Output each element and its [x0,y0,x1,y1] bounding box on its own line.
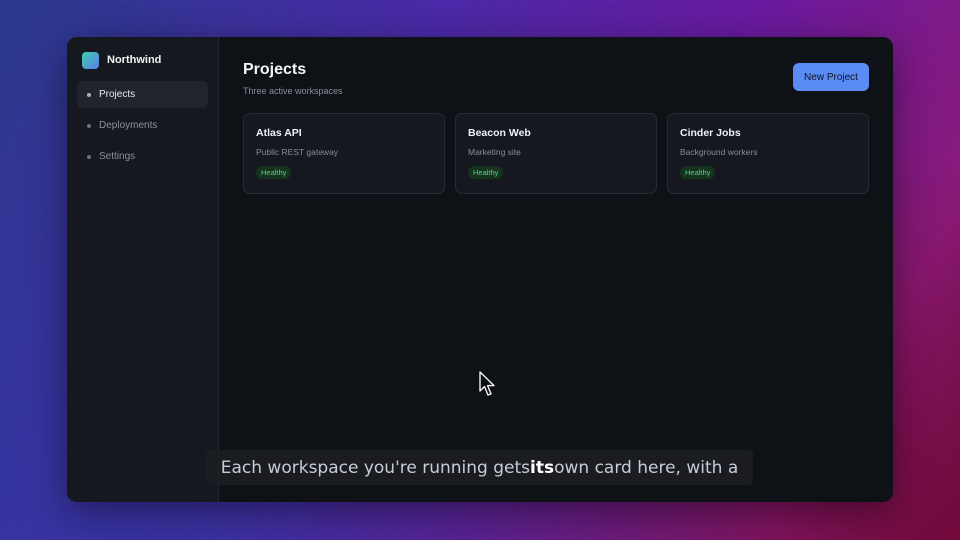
caption-text: own card here, with a [554,457,739,478]
status-badge: Healthy [680,166,716,179]
bullet-icon [87,154,91,159]
card-title: Atlas API [256,127,302,139]
card-title: Beacon Web [468,127,531,139]
mouse-pointer-icon [479,371,495,396]
sidebar-item-label: Settings [99,151,136,162]
page-title: Projects [243,61,307,78]
status-badge: Healthy [256,166,292,179]
card-description: Background workers [680,147,758,157]
project-card-cinder-jobs[interactable]: Cinder Jobs Background workers Healthy [667,113,869,194]
project-card-atlas-api[interactable]: Atlas API Public REST gateway Healthy [243,113,445,194]
subtitle-caption: Each workspace you're running gets its o… [206,450,753,485]
card-description: Marketing site [468,147,521,157]
sidebar-item-settings[interactable]: Settings [77,143,208,170]
status-badge: Healthy [468,166,504,179]
sidebar-item-projects[interactable]: Projects [77,81,208,108]
new-project-button[interactable]: New Project [793,63,869,91]
sidebar-item-label: Projects [99,89,136,100]
card-title: Cinder Jobs [680,127,741,139]
caption-highlight: its [530,457,555,478]
app-window: Northwind Projects Deployments Settings … [67,37,893,502]
project-cards: Atlas API Public REST gateway Healthy Be… [243,113,869,194]
sidebar-item-label: Deployments [99,120,158,131]
sidebar-item-deployments[interactable]: Deployments [77,112,208,139]
brand-logo-icon [82,51,99,69]
sidebar: Northwind Projects Deployments Settings [67,37,219,502]
caption-text: Each workspace you're running gets [220,457,531,478]
brand[interactable]: Northwind [77,51,208,69]
bullet-icon [87,123,91,128]
project-card-beacon-web[interactable]: Beacon Web Marketing site Healthy [455,113,657,194]
page-subtitle: Three active workspaces [243,86,343,96]
brand-name: Northwind [107,54,162,66]
bullet-icon [87,92,91,97]
card-description: Public REST gateway [256,147,339,157]
main-content: Projects Three active workspaces New Pro… [219,37,893,502]
